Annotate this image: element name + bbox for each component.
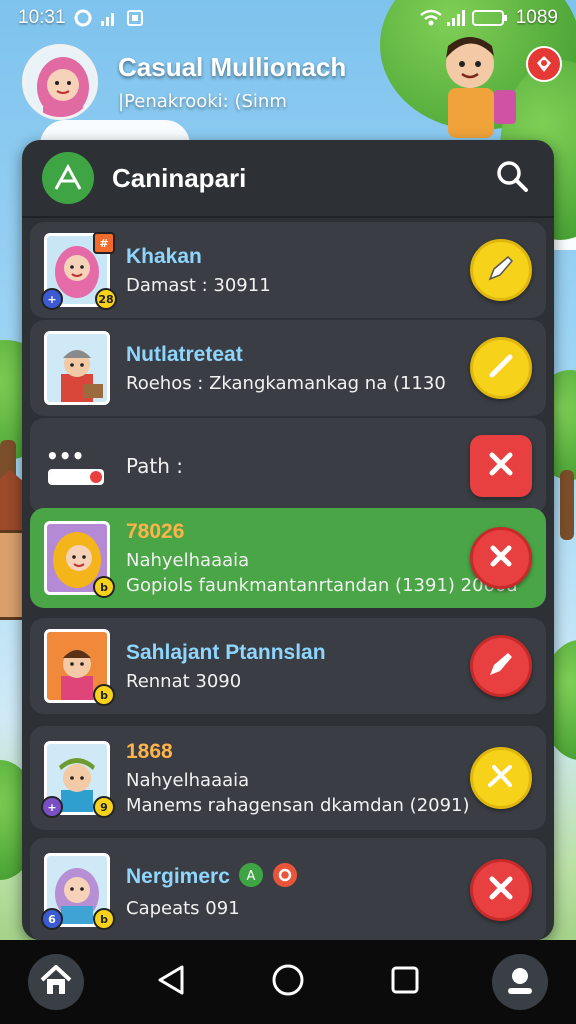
row-subtitle: Roehos : Zkangkamankag na (1130	[126, 372, 446, 394]
battery-icon	[471, 9, 508, 27]
sync-icon	[74, 9, 92, 27]
avatar	[44, 331, 110, 405]
search-icon	[495, 159, 529, 197]
home-icon	[38, 962, 74, 1002]
profile-icon	[502, 962, 538, 1002]
row-title: Sahlajant Ptannslan	[126, 640, 326, 664]
row-title: 78026	[126, 520, 185, 543]
home-nav-button[interactable]	[258, 952, 318, 1012]
tools-icon	[484, 759, 518, 797]
status-time: 10:31	[18, 7, 66, 28]
circle-home-icon	[271, 963, 305, 1001]
avatar: 28 + #	[41, 232, 117, 310]
profile-header: Casual Mullionach |Penakrooki: (Sinm	[22, 42, 554, 122]
edit-button[interactable]	[470, 239, 532, 301]
profile-subtitle: |Penakrooki: (Sinm	[118, 91, 287, 112]
row-subtitle: Damast : 30911	[126, 274, 271, 296]
panel-header: Caninapari	[22, 140, 554, 218]
list-item[interactable]: ••• Path :	[30, 418, 546, 514]
row-detail: Manems rahagensan dkamdan (2091)	[126, 795, 470, 816]
status-badge: b	[93, 576, 115, 598]
pen-icon	[484, 647, 518, 685]
row-badge: 28	[95, 288, 117, 310]
location-badge-icon[interactable]	[526, 46, 562, 82]
list-item[interactable]: 9 + 1868 Nahyelhaaaia Manems rahagensan …	[30, 726, 546, 830]
plus-badge-icon: 6	[41, 908, 63, 930]
avatar: b 6	[41, 853, 115, 930]
row-title: Nergimerc	[126, 864, 230, 888]
mixed-logo-icon: •••	[44, 429, 110, 503]
list-item[interactable]: Nutlatreteat Roehos : Zkangkamankag na (…	[30, 320, 546, 416]
close-icon	[484, 871, 518, 909]
signal-icon	[100, 9, 118, 27]
home-button[interactable]	[28, 954, 85, 1010]
cell-signal-icon	[446, 9, 465, 27]
check-icon	[484, 349, 518, 387]
remove-button[interactable]	[470, 859, 532, 921]
row-detail: Gopiols faunkmantanrtandan (1391) 2060a	[126, 575, 518, 596]
avatar: 9 +	[41, 741, 115, 818]
list-item[interactable]: 28 + # Khakan Damast : 30911	[30, 222, 546, 318]
navigation-bar	[0, 940, 576, 1024]
alert-icon	[272, 862, 298, 892]
row-subtitle: Nahyelhaaaia	[126, 770, 250, 791]
back-button[interactable]	[141, 952, 201, 1012]
group-icon: A	[238, 862, 264, 892]
svg-text:A: A	[246, 869, 255, 884]
recent-apps-button[interactable]	[375, 952, 435, 1012]
close-icon	[486, 541, 516, 575]
list-item-selected[interactable]: b 78026 Nahyelhaaaia Gopiols faunkmantan…	[30, 508, 546, 608]
profile-button[interactable]	[491, 954, 548, 1010]
contacts-panel: Caninapari 28 + # Khakan Damast : 30911	[22, 140, 554, 942]
wifi-icon	[419, 9, 442, 27]
status-bar: 10:31 1089	[0, 0, 576, 36]
list-item[interactable]: b 6 Nergimerc A Capeats 091	[30, 838, 546, 942]
status-badge: b	[93, 684, 115, 706]
row-subtitle: Nahyelhaaaia	[126, 550, 250, 571]
row-subtitle: Path :	[126, 454, 184, 478]
edit-button[interactable]	[470, 635, 532, 697]
svg-text:•••: •••	[46, 444, 84, 468]
row-title: Nutlatreteat	[126, 342, 243, 366]
remove-button[interactable]	[470, 435, 532, 497]
recent-apps-icon	[390, 965, 420, 999]
flag-badge-icon: #	[93, 232, 115, 254]
remove-button[interactable]	[470, 527, 532, 589]
notification-icon	[126, 9, 144, 27]
status-badge: b	[93, 908, 115, 930]
app-logo-icon	[42, 152, 94, 204]
search-button[interactable]	[490, 156, 534, 200]
row-title: 1868	[126, 740, 173, 763]
status-badge: 9	[93, 796, 115, 818]
plus-badge-icon: +	[41, 796, 63, 818]
back-icon	[156, 964, 186, 1000]
tools-button[interactable]	[470, 747, 532, 809]
panel-title: Caninapari	[112, 162, 247, 193]
close-icon	[484, 447, 518, 485]
avatar: b	[44, 629, 115, 706]
list-item[interactable]: b Sahlajant Ptannslan Rennat 3090	[30, 618, 546, 714]
pen-icon	[484, 251, 518, 289]
plus-badge-icon: +	[41, 288, 63, 310]
avatar[interactable]	[22, 44, 98, 120]
avatar: b	[44, 521, 115, 598]
row-title: Khakan	[126, 244, 202, 268]
confirm-button[interactable]	[470, 337, 532, 399]
row-subtitle: Capeats 091	[126, 897, 240, 919]
profile-name: Casual Mullionach	[118, 52, 347, 82]
battery-level: 1089	[515, 7, 558, 28]
row-subtitle: Rennat 3090	[126, 670, 242, 692]
